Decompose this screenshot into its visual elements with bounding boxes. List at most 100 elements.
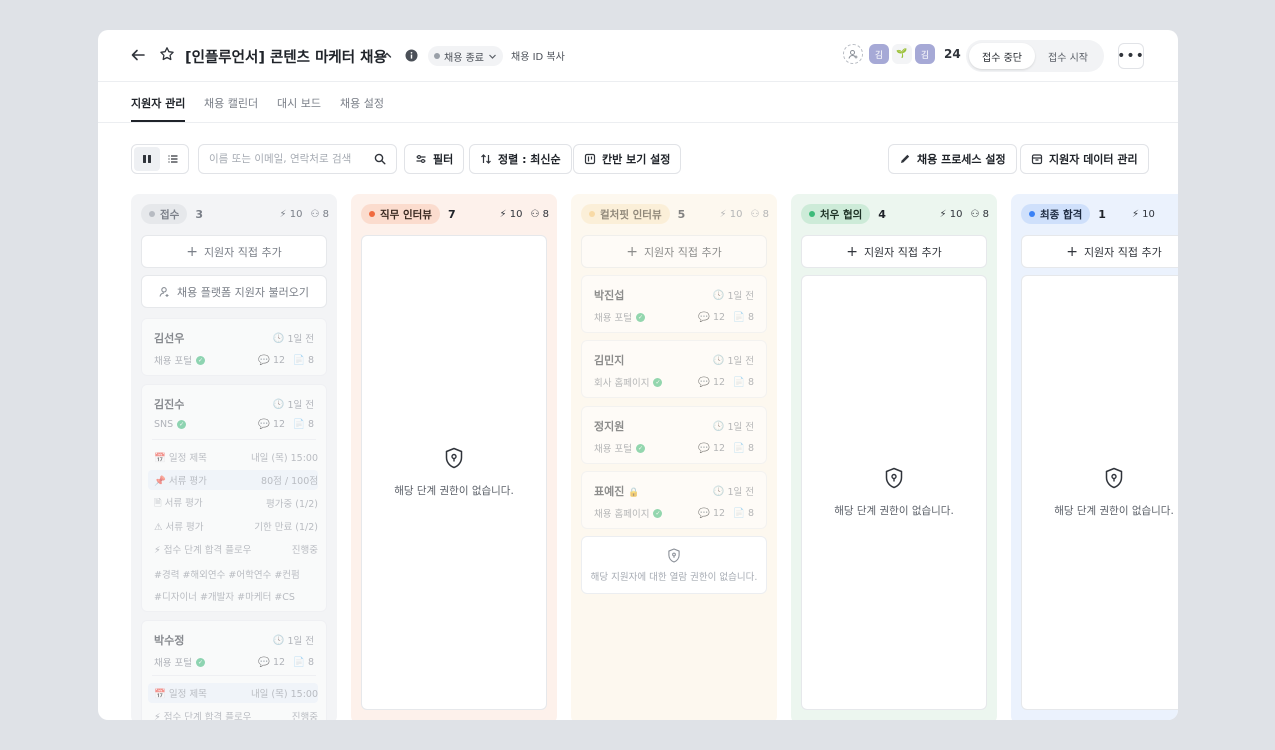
kanban-view-icon[interactable] (134, 147, 160, 171)
column-header: 접수 3 ⚡ 10 ⚇ 8 (141, 204, 329, 224)
import-label: 채용 플랫폼 지원자 불러오기 (177, 285, 309, 299)
tab-applicants[interactable]: 지원자 관리 (131, 95, 185, 111)
evaluation-row: ⚠ 서류 평가 기한 만료 (1/2) (154, 522, 318, 533)
add-member-icon[interactable] (843, 44, 863, 64)
time-ago: 🕓 1일 전 (712, 289, 754, 303)
stage-title: 컬처핏 인터뷰 (600, 208, 662, 221)
process-settings-label: 채용 프로세스 설정 (917, 153, 1006, 166)
stage-badge[interactable]: 처우 협의 (801, 204, 871, 224)
time-ago: 🕓 1일 전 (712, 485, 754, 499)
search-icon[interactable] (374, 153, 386, 165)
search-input[interactable] (209, 153, 374, 165)
no-permission-text: 해당 단계 권한이 없습니다. (1054, 505, 1174, 517)
stage-stats: ⚡ 10 ⚇ 8 (280, 209, 329, 220)
archive-icon (1031, 154, 1043, 165)
stage-column-negotiation: 처우 협의 4 ⚡ 10 ⚇ 8 + 지원자 직접 추가 해당 단계 권한이 없… (791, 194, 997, 720)
add-applicant-label: 지원자 직접 추가 (643, 245, 722, 259)
stage-badge[interactable]: 접수 (141, 204, 188, 224)
applicant-meta: 💬 12 📄 8 (698, 311, 754, 323)
member-count: 24 (944, 47, 961, 61)
applicant-card[interactable]: 박수정 🕓 1일 전 채용 포털 ✓ 💬 12 📄 8 📅 일정 제목 내일 (목) 1… (141, 620, 327, 720)
tab-bar: 지원자 관리 채용 캘린더 대시 보드 채용 설정 (98, 82, 1178, 123)
start-intake-button[interactable]: 접수 시작 (1035, 43, 1101, 69)
stage-stats: ⚡ 10 ⚇ 8 (499, 208, 549, 220)
import-applicants-button[interactable]: 채용 플랫폼 지원자 불러오기 (141, 275, 327, 308)
list-view-icon[interactable] (160, 147, 186, 171)
applicant-card[interactable]: 김민지 🕓 1일 전 회사 홈페이지 ✓ 💬 12 📄 8 (581, 340, 767, 398)
applicant-card[interactable]: 정지원 🕓 1일 전 채용 포털 ✓ 💬 12 📄 8 (581, 406, 767, 464)
time-ago: 🕓 1일 전 (712, 420, 754, 434)
chevron-up-icon[interactable] (381, 49, 393, 61)
sort-button[interactable]: 정렬 : 최신순 (469, 144, 572, 174)
applicant-source: 채용 포털 ✓ (154, 355, 205, 367)
applicant-source: 채용 포털 ✓ (594, 443, 645, 455)
flow-row: ⚡ 접수 단계 합격 플로우 진행중 (154, 545, 318, 556)
star-icon[interactable] (159, 46, 175, 62)
verified-icon: ✓ (195, 355, 205, 365)
pencil-icon (901, 154, 910, 163)
member-avatars[interactable]: 김 🌱 김 24 (843, 44, 961, 64)
applicant-card[interactable]: 박진섭 🕓 1일 전 채용 포털 ✓ 💬 12 📄 8 (581, 275, 767, 333)
stage-badge[interactable]: 최종 합격 (1021, 204, 1091, 224)
stage-column-received: 접수 3 ⚡ 10 ⚇ 8 + 지원자 직접 추가 채용 플랫폼 지원자 불러오… (131, 194, 337, 720)
stop-intake-button[interactable]: 접수 중단 (969, 43, 1035, 69)
stage-column-culture-interview: 컬처핏 인터뷰 5 ⚡ 10 ⚇ 8 + 지원자 직접 추가 박진섭 🕓 1일 전 … (571, 194, 777, 720)
copy-id-button[interactable]: 채용 ID 복사 (511, 48, 565, 63)
stage-title: 처우 협의 (820, 208, 863, 221)
avatar: 김 (869, 44, 889, 64)
applicant-card[interactable]: 표예진 🔒 🕓 1일 전 채용 홈페이지 ✓ 💬 12 📄 8 (581, 471, 767, 529)
time-ago: 🕓 1일 전 (712, 354, 754, 368)
data-manage-button[interactable]: 지원자 데이터 관리 (1020, 144, 1149, 174)
add-applicant-button[interactable]: + 지원자 직접 추가 (801, 235, 987, 268)
status-label: 채용 종료 (444, 52, 484, 64)
stage-dot (369, 211, 375, 217)
time-ago: 🕓 1일 전 (272, 634, 314, 648)
user-import-icon (159, 286, 169, 297)
status-dot (434, 53, 440, 59)
applicant-source: 채용 포털 ✓ (154, 657, 205, 669)
stage-badge[interactable]: 컬처핏 인터뷰 (581, 204, 670, 224)
column-header: 컬처핏 인터뷰 5 ⚡ 10 ⚇ 8 (581, 204, 769, 224)
stage-dot (809, 211, 815, 217)
tag-list: #경력 #해외연수 #어학연수 #컨펌 (154, 570, 300, 581)
status-badge[interactable]: 채용 종료 (428, 46, 503, 66)
shield-lock-icon (1105, 467, 1123, 489)
applicant-card[interactable]: 김진수 🕓 1일 전 SNS ✓ 💬 12 📄 8 📅 일정 제목 내일 (목) 15:… (141, 384, 327, 612)
tab-dashboard[interactable]: 대시 보드 (277, 95, 321, 111)
add-applicant-button[interactable]: + 지원자 직접 추가 (141, 235, 327, 268)
add-applicant-label: 지원자 직접 추가 (1083, 245, 1162, 259)
chevron-down-icon (489, 54, 496, 59)
applicant-name: 김선우 (154, 332, 185, 345)
applicant-meta: 💬 12 📄 8 (258, 656, 314, 668)
stage-badge[interactable]: 직무 인터뷰 (361, 204, 440, 224)
info-icon[interactable] (405, 49, 418, 62)
applicant-card[interactable]: 김선우 🕓 1일 전 채용 포털 ✓ 💬 12 📄 8 (141, 318, 327, 376)
stage-stats: ⚡ 10 ⚇ 8 (939, 208, 989, 220)
verified-icon: ✓ (653, 377, 663, 387)
filter-button[interactable]: 필터 (404, 144, 465, 174)
no-permission-text: 해당 단계 권한이 없습니다. (394, 485, 514, 497)
avatar: 김 (915, 44, 935, 64)
add-applicant-button[interactable]: + 지원자 직접 추가 (1021, 235, 1178, 268)
tab-settings[interactable]: 채용 설정 (340, 95, 384, 111)
add-applicant-button[interactable]: + 지원자 직접 추가 (581, 235, 767, 268)
stage-title: 접수 (160, 208, 180, 221)
process-settings-button[interactable]: 채용 프로세스 설정 (888, 144, 1017, 174)
plus-icon: + (1066, 243, 1078, 260)
back-icon[interactable] (130, 47, 146, 63)
evaluation-row: 🗎 서류 평가 평가중 (1/2) (154, 497, 318, 511)
plus-icon: + (626, 243, 638, 260)
applicant-name: 표예진 🔒 (594, 485, 640, 498)
applicant-meta: 💬 12 📄 8 (258, 354, 314, 366)
kanban-settings-button[interactable]: 칸반 보기 설정 (573, 144, 682, 174)
applicant-source: SNS ✓ (154, 419, 187, 430)
schedule-row: 📅 일정 제목 내일 (목) 15:00 (148, 683, 318, 703)
shield-lock-icon (668, 547, 680, 563)
tab-calendar[interactable]: 채용 캘린더 (204, 95, 258, 111)
verified-icon: ✓ (635, 443, 645, 453)
stage-dot (149, 211, 155, 217)
plus-icon: + (186, 243, 198, 260)
shield-lock-icon (885, 467, 903, 489)
more-icon[interactable]: ••• (1117, 43, 1144, 69)
stage-stats: ⚡ 10 (1131, 208, 1155, 220)
